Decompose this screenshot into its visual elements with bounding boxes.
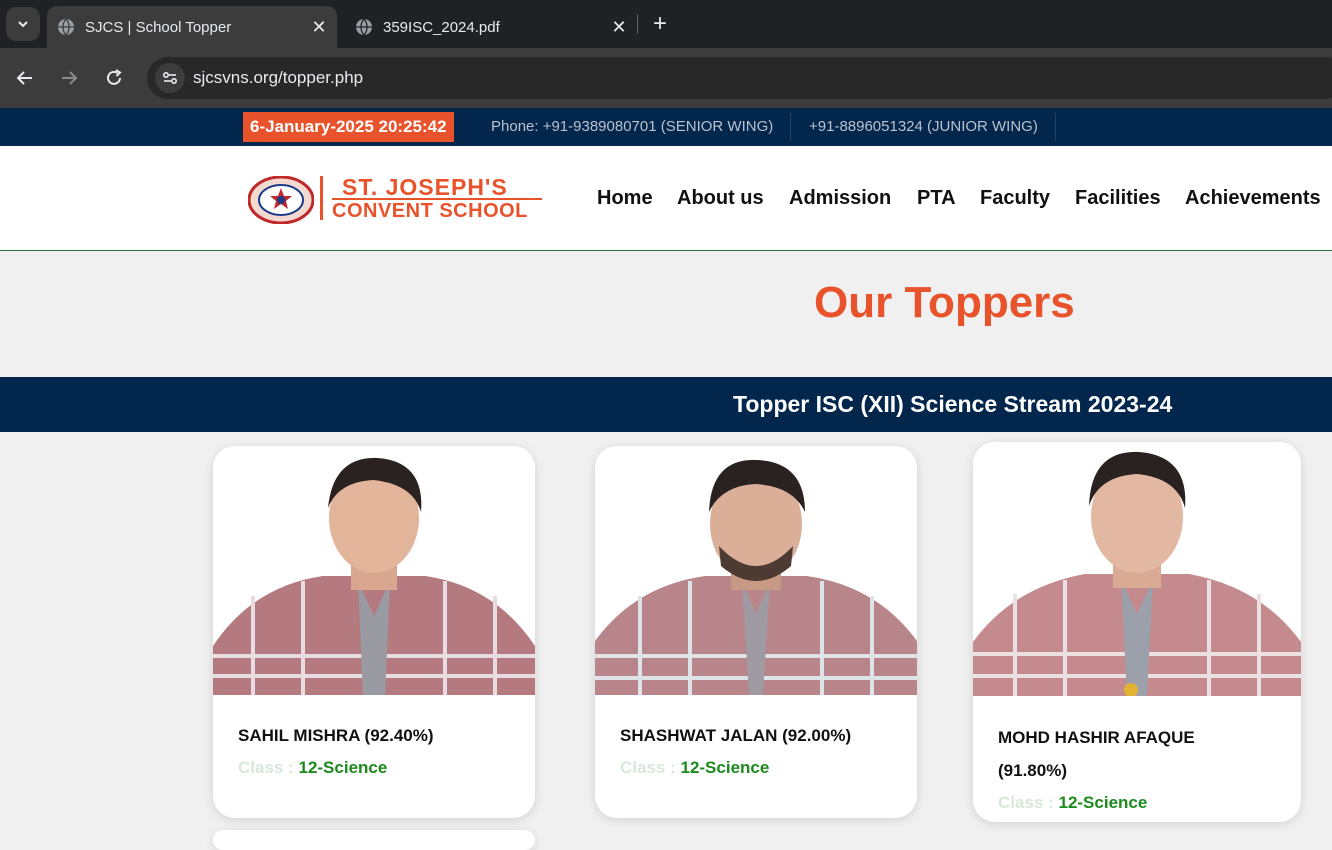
reload-icon[interactable] (99, 63, 129, 93)
student-photo (213, 446, 535, 695)
nav-achievements[interactable]: Achievements (1185, 187, 1321, 210)
new-tab-plus-icon[interactable]: + (648, 10, 672, 38)
nav-home[interactable]: Home (597, 187, 653, 210)
student-photo (973, 442, 1301, 696)
tab-search-button[interactable] (6, 7, 40, 41)
topper-card: MOHD HASHIR AFAQUE (91.80%) Class : 12-S… (973, 442, 1301, 822)
topper-card: SHASHWAT JALAN (92.00%) Class : 12-Scien… (595, 446, 917, 818)
stream-banner: Topper ISC (XII) Science Stream 2023-24 (0, 377, 1332, 432)
tab-sjcs-topper[interactable]: SJCS | School Topper ✕ (47, 6, 337, 48)
student-class: Class : 12-Science (620, 758, 770, 777)
logo-text-line2: CONVENT SCHOOL (332, 200, 528, 222)
student-class: Class : 12-Science (238, 758, 388, 777)
address-bar[interactable]: sjcsvns.org/topper.php (147, 57, 1332, 99)
url-text[interactable]: sjcsvns.org/topper.php (193, 68, 363, 88)
site-settings-icon[interactable] (155, 63, 185, 93)
forward-arrow-icon[interactable] (54, 63, 84, 93)
close-tab-icon[interactable]: ✕ (607, 17, 631, 38)
chevron-down-icon (18, 21, 28, 28)
globe-icon (58, 18, 74, 36)
logo-divider (320, 176, 323, 220)
student-name: MOHD HASHIR AFAQUE (998, 728, 1195, 747)
student-name: SAHIL MISHRA (92.40%) (238, 726, 434, 745)
logo-text-line1: ST. JOSEPH'S (342, 174, 508, 200)
nav-faculty[interactable]: Faculty (980, 187, 1050, 210)
tab-pdf[interactable]: 359ISC_2024.pdf ✕ (345, 6, 637, 48)
school-emblem-icon (248, 176, 314, 224)
student-percentage: (91.80%) (998, 761, 1067, 780)
back-arrow-icon[interactable] (10, 63, 40, 93)
tab-title: SJCS | School Topper (85, 18, 232, 36)
nav-admission[interactable]: Admission (789, 187, 891, 210)
close-tab-icon[interactable]: ✕ (307, 17, 331, 38)
topper-card-partial (213, 830, 535, 850)
nav-facilities[interactable]: Facilities (1075, 187, 1161, 210)
globe-icon (356, 18, 372, 36)
student-class: Class : 12-Science (998, 793, 1148, 812)
tab-divider (637, 14, 638, 34)
school-logo[interactable]: ST. JOSEPH'S CONVENT SCHOOL (248, 174, 552, 226)
divider (790, 113, 791, 141)
site-header: ST. JOSEPH'S CONVENT SCHOOL Home About u… (0, 146, 1332, 251)
datetime-badge: 6-January-2025 20:25:42 (243, 112, 454, 142)
top-info-bar: 6-January-2025 20:25:42 Phone: +91-93890… (0, 108, 1332, 146)
student-name: SHASHWAT JALAN (92.00%) (620, 726, 852, 745)
tab-title: 359ISC_2024.pdf (383, 18, 500, 36)
phone-junior-wing[interactable]: +91-8896051324 (JUNIOR WING) (809, 118, 1038, 135)
topper-card: SAHIL MISHRA (92.40%) Class : 12-Science (213, 446, 535, 818)
student-photo (595, 446, 917, 695)
browser-tabstrip: SJCS | School Topper ✕ 359ISC_2024.pdf ✕… (0, 0, 1332, 48)
browser-toolbar: sjcsvns.org/topper.php (0, 48, 1332, 108)
stream-title: Topper ISC (XII) Science Stream 2023-24 (733, 391, 1173, 417)
phone-senior-wing[interactable]: Phone: +91-9389080701 (SENIOR WING) (491, 118, 773, 135)
page-title: Our Toppers (814, 278, 1075, 327)
nav-pta[interactable]: PTA (917, 187, 956, 210)
nav-about-us[interactable]: About us (677, 187, 764, 210)
divider (1055, 113, 1056, 141)
